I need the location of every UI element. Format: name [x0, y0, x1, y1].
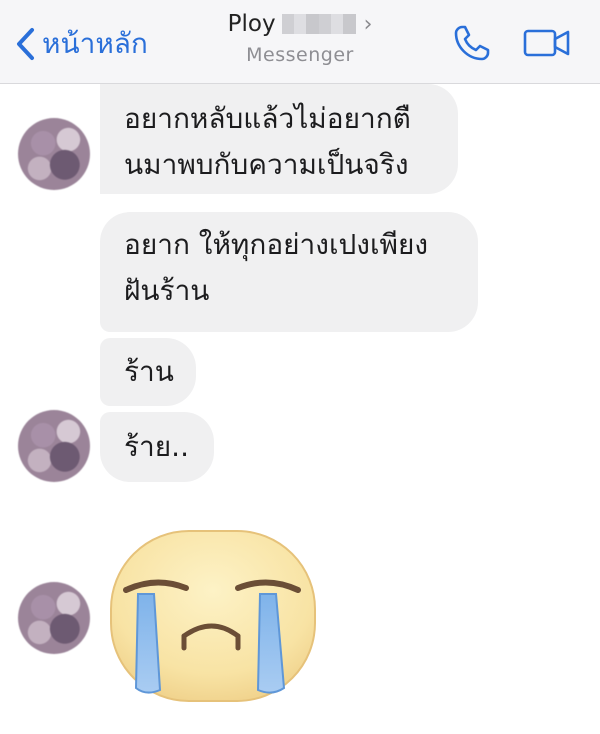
phone-icon	[454, 25, 490, 61]
contact-name: Ploy	[227, 11, 276, 37]
back-label: หน้าหลัก	[42, 27, 148, 60]
conversation-header: หน้าหลัก Ploy › Messenger	[0, 0, 600, 84]
avatar[interactable]	[18, 410, 90, 482]
avatar[interactable]	[18, 582, 90, 654]
conversation-title[interactable]: Ploy › Messenger	[200, 6, 400, 66]
avatar[interactable]	[18, 118, 90, 190]
video-camera-icon	[523, 29, 570, 57]
chevron-left-icon	[17, 28, 34, 60]
conversation-subtitle: Messenger	[246, 44, 354, 66]
message-bubble[interactable]: อยาก ให้ทุกอย่างเปงเพียง ฝันร้าน	[100, 212, 478, 332]
back-button[interactable]: หน้าหลัก	[14, 24, 148, 64]
redacted-name-block	[281, 14, 356, 34]
crying-face-icon	[110, 530, 316, 702]
message-bubble[interactable]: อยากหลับแล้วไม่อยากตื นมาพบกับความเป็นจร…	[100, 84, 458, 194]
voice-call-button[interactable]	[451, 22, 493, 68]
sticker-message[interactable]	[108, 528, 320, 712]
chevron-right-icon: ›	[363, 11, 373, 37]
video-call-button[interactable]	[522, 24, 574, 66]
message-bubble[interactable]: ร้าย..	[100, 412, 214, 482]
message-bubble[interactable]: ร้าน	[100, 338, 196, 406]
